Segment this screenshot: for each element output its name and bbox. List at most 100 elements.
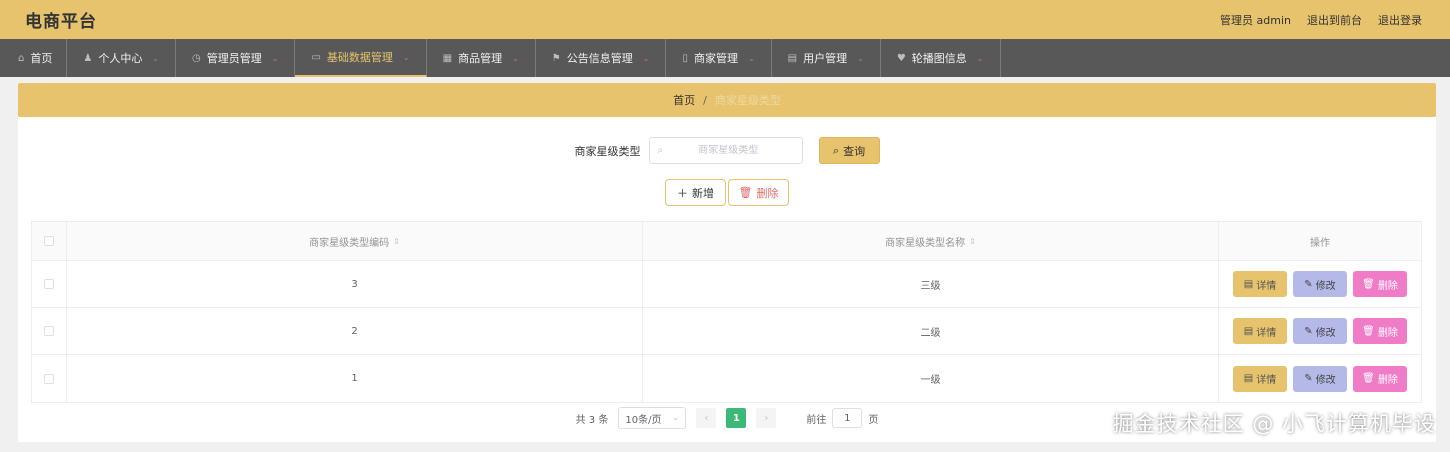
edit-label: 修改: [1315, 280, 1336, 292]
nav-label: 公告信息管理: [566, 52, 633, 65]
add-button-label: 新增: [692, 186, 714, 200]
detail-button[interactable]: ▤ 详情: [1233, 318, 1287, 344]
breadcrumb-home[interactable]: 首页: [673, 92, 695, 108]
detail-label: 详情: [1256, 280, 1277, 292]
trash-icon: 🗑: [1362, 373, 1375, 384]
nav-label: 首页: [30, 52, 53, 65]
edit-label: 修改: [1315, 327, 1336, 339]
nav-item-carousel[interactable]: ♥ 轮播图信息 ⌄: [881, 39, 1001, 77]
query-button[interactable]: ⌕ 查询: [818, 137, 880, 164]
detail-label: 详情: [1256, 327, 1277, 339]
data-table: 商家星级类型编码 ⇕ 商家星级类型名称 ⇕ 操作 3 三级 ▤ 详情 ✎ 修改 🗑 删除 …: [31, 221, 1422, 403]
admin-user-link[interactable]: 管理员 admin: [1220, 12, 1291, 28]
cell-actions: ▤ 详情 ✎ 修改 🗑 删除: [1219, 355, 1421, 402]
chevron-down-icon: ⌄: [642, 53, 650, 63]
goto-page-input[interactable]: 1: [832, 408, 863, 428]
clock-icon: ◷: [192, 52, 201, 64]
pencil-icon: ✎: [1304, 325, 1313, 337]
delete-button[interactable]: 🗑 删除: [1353, 271, 1407, 297]
nav-label: 基础数据管理: [326, 51, 393, 64]
monitor-icon: ▭: [311, 51, 321, 63]
nav-item-users[interactable]: ▤ 用户管理 ⌄: [772, 39, 881, 77]
chevron-down-icon: ⌄: [152, 53, 160, 63]
prev-page-button[interactable]: ‹: [696, 408, 717, 428]
trash-icon: 🗑: [1362, 325, 1375, 337]
row-checkbox[interactable]: [44, 326, 54, 336]
chevron-down-icon: ⌄: [402, 52, 410, 62]
header-code[interactable]: 商家星级类型编码 ⇕: [67, 222, 643, 260]
top-bar: 电商平台 管理员 admin 退出到前台 退出登录: [0, 0, 1450, 39]
breadcrumb-separator: /: [703, 93, 707, 107]
trash-icon: 🗑: [738, 186, 753, 199]
edit-label: 修改: [1315, 375, 1336, 386]
batch-delete-button[interactable]: 🗑 删除: [728, 179, 789, 206]
breadcrumb-current: 商家星级类型: [714, 94, 781, 107]
edit-button[interactable]: ✎ 修改: [1293, 271, 1347, 297]
search-icon: ⌕: [832, 143, 840, 157]
page-size-select[interactable]: 10条/页 ⌄: [618, 407, 687, 429]
nav-label: 商品管理: [458, 52, 503, 65]
nav-item-merchants[interactable]: ▯ 商家管理 ⌄: [666, 39, 772, 77]
table-row: 1 一级 ▤ 详情 ✎ 修改 🗑 删除: [32, 355, 1421, 402]
heart-icon: ♥: [896, 52, 906, 64]
user-icon: ♟: [83, 52, 93, 64]
row-checkbox[interactable]: [44, 373, 54, 384]
chevron-down-icon: ⌄: [512, 53, 519, 63]
nav-item-admin-management[interactable]: ◷ 管理员管理 ⌄: [176, 39, 296, 77]
delete-label: 删除: [1377, 280, 1398, 292]
delete-button[interactable]: 🗑 删除: [1353, 318, 1407, 344]
nav-label: 商家管理: [693, 52, 738, 65]
batch-delete-label: 删除: [756, 186, 779, 200]
cell-actions: ▤ 详情 ✎ 修改 🗑 删除: [1219, 261, 1421, 307]
chevron-right-icon: ›: [764, 412, 769, 424]
top-links: 管理员 admin 退出到前台 退出登录: [1220, 12, 1422, 28]
total-count: 共 3 条: [575, 414, 609, 426]
cell-name: 三级: [643, 261, 1219, 307]
nav-item-basic-data[interactable]: ▭ 基础数据管理 ⌄: [295, 39, 427, 77]
main-panel: 首页 / 商家星级类型 商家星级类型 ⌕ ⌕ 查询 ＋ 新增 🗑 删除 商家星级…: [18, 83, 1436, 442]
add-button[interactable]: ＋ 新增: [665, 179, 726, 206]
breadcrumb: 首页 / 商家星级类型: [18, 83, 1436, 117]
logout-link[interactable]: 退出登录: [1378, 12, 1422, 28]
row-checkbox[interactable]: [44, 279, 54, 289]
cell-code: 2: [67, 308, 643, 354]
nav-item-goods[interactable]: ▦ 商品管理 ⌄: [427, 39, 536, 77]
nav-label: 用户管理: [803, 52, 848, 65]
header-actions: 操作: [1310, 237, 1330, 249]
page-size-value: 10条/页: [625, 414, 662, 426]
watermark: 掘金技术社区 @ 小飞计算机毕设: [1112, 412, 1436, 436]
action-row: ＋ 新增 🗑 删除: [18, 179, 1436, 206]
delete-label: 删除: [1377, 327, 1398, 339]
nav-label: 管理员管理: [206, 52, 262, 65]
cell-name: 二级: [643, 308, 1219, 354]
main-nav: ⌂ 首页 ♟ 个人中心 ⌄ ◷ 管理员管理 ⌄ ▭ 基础数据管理 ⌄ ▦ 商品管…: [0, 39, 1450, 77]
table-row: 2 二级 ▤ 详情 ✎ 修改 🗑 删除: [32, 308, 1421, 355]
nav-item-notices[interactable]: ⚑ 公告信息管理 ⌄: [536, 39, 667, 77]
detail-button[interactable]: ▤ 详情: [1233, 365, 1287, 392]
delete-button[interactable]: 🗑 删除: [1353, 365, 1407, 392]
cell-actions: ▤ 详情 ✎ 修改 🗑 删除: [1219, 308, 1421, 354]
home-icon: ⌂: [18, 52, 25, 64]
detail-button[interactable]: ▤ 详情: [1233, 271, 1287, 297]
nav-item-personal-center[interactable]: ♟ 个人中心 ⌄: [67, 39, 177, 77]
search-row: 商家星级类型 ⌕ ⌕ 查询: [18, 137, 1436, 164]
edit-button[interactable]: ✎ 修改: [1293, 365, 1347, 392]
table-header: 商家星级类型编码 ⇕ 商家星级类型名称 ⇕ 操作: [32, 222, 1421, 261]
nav-item-home[interactable]: ⌂ 首页: [0, 39, 68, 77]
next-page-button[interactable]: ›: [756, 408, 777, 428]
search-input[interactable]: [663, 145, 794, 156]
exit-to-front-link[interactable]: 退出到前台: [1307, 12, 1362, 28]
select-all-checkbox[interactable]: [44, 236, 54, 246]
goto-label: 前往: [806, 414, 827, 426]
header-code-label: 商家星级类型编码: [309, 237, 390, 249]
page-number-current[interactable]: 1: [726, 408, 747, 428]
document-icon: ▤: [1243, 373, 1254, 384]
select-all-cell: [32, 222, 67, 260]
row-check-cell: [32, 355, 67, 402]
chevron-down-icon: ⌄: [671, 413, 680, 423]
phone-icon: ▯: [682, 52, 688, 64]
edit-button[interactable]: ✎ 修改: [1293, 318, 1347, 344]
header-name[interactable]: 商家星级类型名称 ⇕: [643, 222, 1219, 260]
search-label: 商家星级类型: [574, 144, 641, 158]
cell-name: 一级: [643, 355, 1219, 402]
